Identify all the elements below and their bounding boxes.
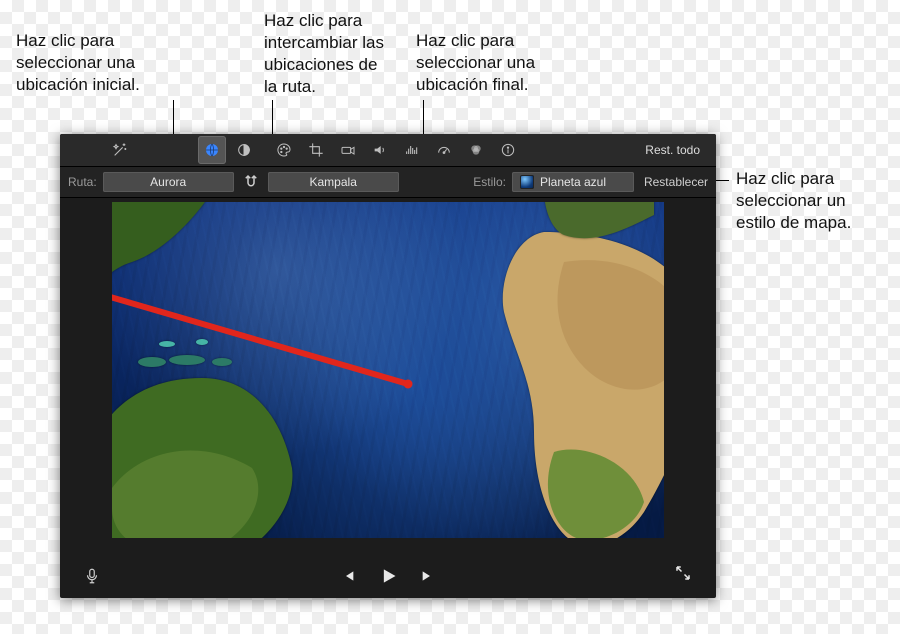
callout-swap-route: Haz clic para intercambiar las ubicacion… (264, 10, 424, 98)
callout-start-location: Haz clic para seleccionar una ubicación … (16, 30, 186, 96)
prev-frame-button[interactable] (337, 565, 359, 587)
camera-icon[interactable] (334, 136, 362, 164)
color-overlap-icon[interactable] (462, 136, 490, 164)
map-editor-panel: Rest. todo Ruta: Aurora Kampala Estilo: … (60, 134, 716, 598)
play-button[interactable] (377, 565, 399, 587)
microphone-icon[interactable] (78, 562, 106, 590)
globe-thumbnail-icon (520, 175, 534, 189)
inspector-toolbar: Rest. todo (60, 134, 716, 167)
callout-end-location: Haz clic para seleccionar una ubicación … (416, 30, 586, 96)
next-frame-button[interactable] (417, 565, 439, 587)
swap-route-button[interactable] (240, 171, 262, 193)
map-preview-area (60, 202, 716, 542)
map-style-name: Planeta azul (540, 172, 606, 192)
reset-style-button[interactable]: Restablecer (644, 175, 708, 189)
map-preview[interactable] (112, 202, 664, 538)
contrast-icon[interactable] (230, 136, 258, 164)
crop-icon[interactable] (302, 136, 330, 164)
equalizer-icon[interactable] (398, 136, 426, 164)
fullscreen-icon[interactable] (674, 564, 698, 588)
start-location-button[interactable]: Aurora (103, 172, 234, 192)
end-location-button[interactable]: Kampala (268, 172, 399, 192)
estilo-label: Estilo: (473, 175, 506, 189)
route-line (112, 202, 664, 538)
volume-icon[interactable] (366, 136, 394, 164)
palette-icon[interactable] (270, 136, 298, 164)
info-icon[interactable] (494, 136, 522, 164)
map-style-button[interactable]: Planeta azul (512, 172, 634, 192)
globe-icon[interactable] (198, 136, 226, 164)
route-subbar: Ruta: Aurora Kampala Estilo: Planeta azu… (60, 167, 716, 198)
reset-all-button[interactable]: Rest. todo (645, 143, 700, 157)
gauge-icon[interactable] (430, 136, 458, 164)
magic-wand-icon[interactable] (106, 136, 134, 164)
transport-bar (60, 554, 716, 598)
ruta-label: Ruta: (68, 175, 97, 189)
callout-map-style: Haz clic para seleccionar un estilo de m… (736, 168, 896, 234)
